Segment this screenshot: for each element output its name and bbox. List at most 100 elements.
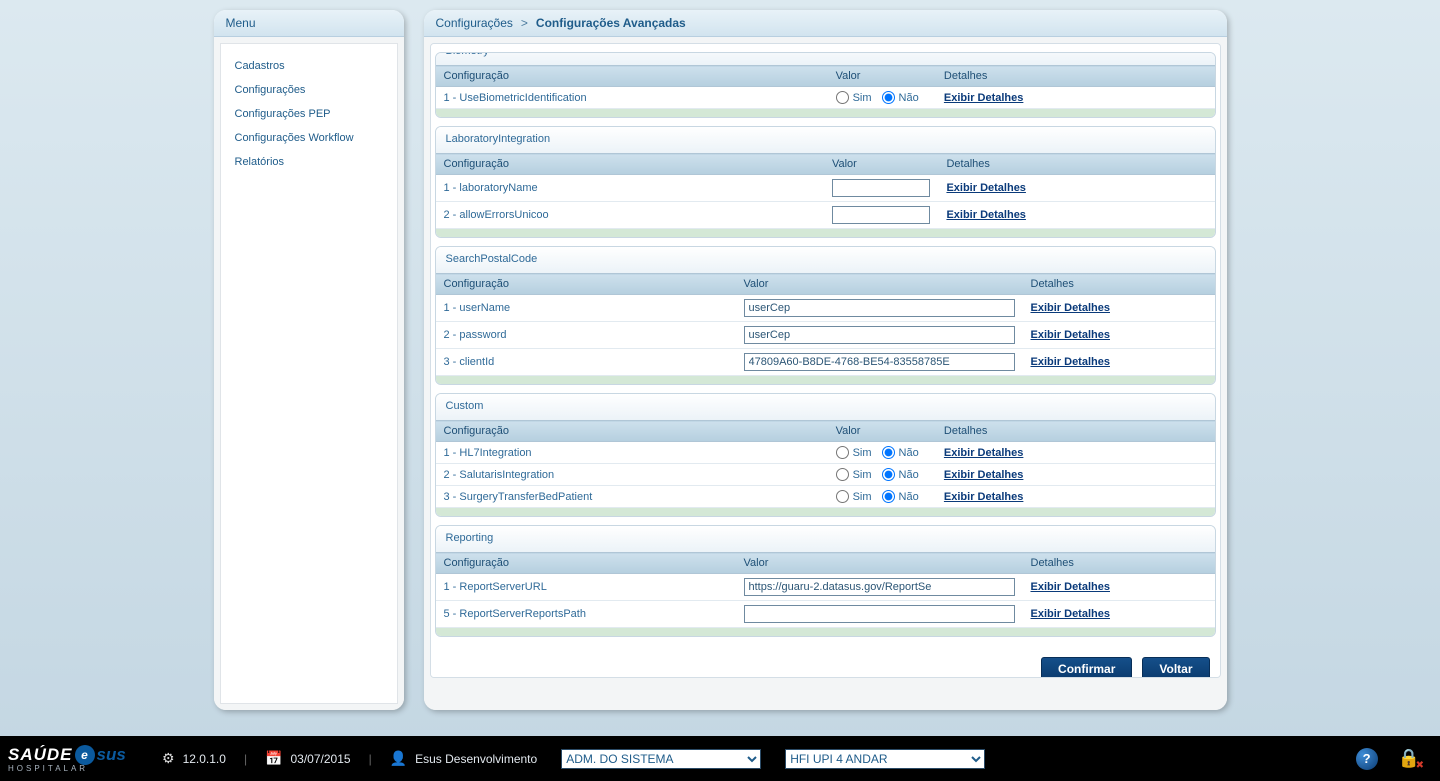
table-row: 1 - UseBiometricIdentification Sim Não E… [436,87,1215,109]
config-label: 3 - clientId [436,349,736,376]
logo-e-icon: e [75,745,95,765]
value-input[interactable] [744,578,1015,596]
col-config: Configuração [436,274,736,295]
menu-item-configuracoes-workflow[interactable]: Configurações Workflow [221,126,397,150]
table-row: 1 - laboratoryName Exibir Detalhes [436,175,1215,202]
config-label: 1 - HL7Integration [436,442,828,464]
app-logo: SAÚDE e sus HOSPITALAR [0,745,150,773]
profile-select[interactable]: ADM. DO SISTEMA [561,749,761,769]
details-link[interactable]: Exibir Detalhes [946,182,1025,194]
radio-sim[interactable]: Sim [836,446,872,459]
details-link[interactable]: Exibir Detalhes [946,209,1025,221]
table-row: 1 - HL7Integration Sim Não Exibir Detalh… [436,442,1215,464]
col-detalhes: Detalhes [936,66,1215,87]
config-label: 1 - laboratoryName [436,175,824,202]
group-title: Reporting [436,526,1215,552]
radio-sim[interactable]: Sim [836,91,872,104]
col-detalhes: Detalhes [938,154,1214,175]
value-input[interactable] [744,299,1015,317]
config-label: 2 - SalutarisIntegration [436,464,828,486]
group-biometry: Biometry Configuração Valor Detalhes 1 -… [435,52,1216,118]
col-valor: Valor [828,421,936,442]
group-laboratory-integration: LaboratoryIntegration Configuração Valor… [435,126,1216,238]
radio-sim[interactable]: Sim [836,468,872,481]
help-icon[interactable]: ? [1356,748,1378,770]
group-title: LaboratoryIntegration [436,127,1215,153]
col-config: Configuração [436,421,828,442]
col-detalhes: Detalhes [1023,274,1215,295]
unit-select[interactable]: HFI UPI 4 ANDAR [785,749,985,769]
config-label: 1 - ReportServerURL [436,574,736,601]
value-input[interactable] [832,179,930,197]
main-panel: Configurações > Configurações Avançadas … [424,10,1227,710]
col-config: Configuração [436,66,828,87]
action-bar: Confirmar Voltar [435,645,1216,678]
details-link[interactable]: Exibir Detalhes [1031,329,1110,341]
user-text: Esus Desenvolvimento [415,752,537,766]
col-detalhes: Detalhes [1023,553,1215,574]
value-input[interactable] [744,605,1015,623]
group-title: Biometry [436,52,1215,65]
lock-icon[interactable]: 🔒✖ [1398,748,1420,769]
date-text: 03/07/2015 [291,752,351,766]
col-valor: Valor [828,66,936,87]
details-link[interactable]: Exibir Detalhes [1031,608,1110,620]
table-row: 2 - allowErrorsUnicoo Exibir Detalhes [436,202,1215,229]
group-title: SearchPostalCode [436,247,1215,273]
radio-sim[interactable]: Sim [836,490,872,503]
details-link[interactable]: Exibir Detalhes [1031,581,1110,593]
config-label: 5 - ReportServerReportsPath [436,601,736,628]
radio-nao[interactable]: Não [882,91,919,104]
col-detalhes: Detalhes [936,421,1215,442]
col-valor: Valor [824,154,938,175]
menu-item-configuracoes-pep[interactable]: Configurações PEP [221,102,397,126]
details-link[interactable]: Exibir Detalhes [944,92,1023,104]
value-input[interactable] [744,353,1015,371]
col-valor: Valor [736,553,1023,574]
group-title: Custom [436,394,1215,420]
radio-nao[interactable]: Não [882,446,919,459]
details-link[interactable]: Exibir Detalhes [944,447,1023,459]
table-row: 1 - userName Exibir Detalhes [436,295,1215,322]
breadcrumb-sep: > [521,16,528,30]
menu-item-configuracoes[interactable]: Configurações [221,78,397,102]
details-link[interactable]: Exibir Detalhes [1031,356,1110,368]
config-scroll-area[interactable]: Biometry Configuração Valor Detalhes 1 -… [430,43,1221,678]
table-row: 3 - SurgeryTransferBedPatient Sim Não Ex… [436,486,1215,508]
menu-item-relatorios[interactable]: Relatórios [221,150,397,174]
menu-list: Cadastros Configurações Configurações PE… [220,43,398,704]
config-label: 1 - UseBiometricIdentification [436,87,828,109]
menu-item-cadastros[interactable]: Cadastros [221,54,397,78]
config-label: 3 - SurgeryTransferBedPatient [436,486,828,508]
breadcrumb: Configurações > Configurações Avançadas [436,16,1215,30]
config-label: 2 - password [436,322,736,349]
col-config: Configuração [436,553,736,574]
user-icon: 👤 [390,750,407,767]
table-row: 3 - clientId Exibir Detalhes [436,349,1215,376]
radio-nao[interactable]: Não [882,490,919,503]
sidebar-title: Menu [214,10,404,37]
group-search-postal-code: SearchPostalCode Configuração Valor Deta… [435,246,1216,385]
radio-nao[interactable]: Não [882,468,919,481]
table-row: 5 - ReportServerReportsPath Exibir Detal… [436,601,1215,628]
sidebar-panel: Menu Cadastros Configurações Configuraçõ… [214,10,404,710]
config-label: 1 - userName [436,295,736,322]
back-button[interactable]: Voltar [1142,657,1209,678]
gear-icon: ⚙ [162,750,175,767]
breadcrumb-root[interactable]: Configurações [436,16,513,30]
group-reporting: Reporting Configuração Valor Detalhes 1 … [435,525,1216,637]
details-link[interactable]: Exibir Detalhes [1031,302,1110,314]
version-text: 12.0.1.0 [183,752,226,766]
table-row: 2 - SalutarisIntegration Sim Não Exibir … [436,464,1215,486]
details-link[interactable]: Exibir Detalhes [944,469,1023,481]
calendar-icon: 📅 [265,750,282,767]
config-label: 2 - allowErrorsUnicoo [436,202,824,229]
details-link[interactable]: Exibir Detalhes [944,491,1023,503]
table-row: 2 - password Exibir Detalhes [436,322,1215,349]
table-row: 1 - ReportServerURL Exibir Detalhes [436,574,1215,601]
col-valor: Valor [736,274,1023,295]
value-input[interactable] [744,326,1015,344]
group-custom: Custom Configuração Valor Detalhes 1 - H… [435,393,1216,517]
value-input[interactable] [832,206,930,224]
confirm-button[interactable]: Confirmar [1041,657,1132,678]
